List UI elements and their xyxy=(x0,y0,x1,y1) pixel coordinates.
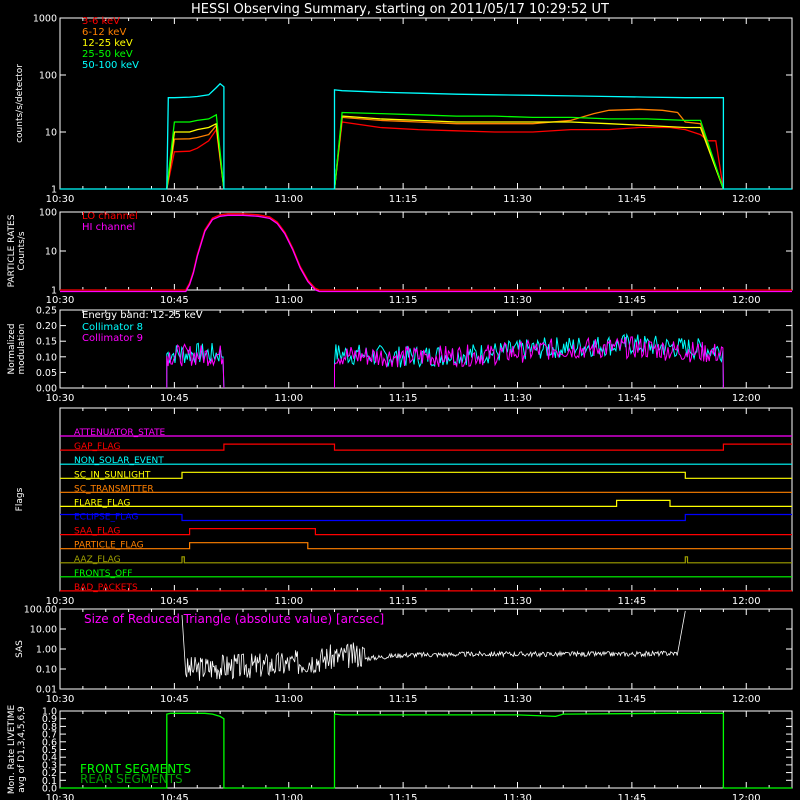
y-tick-label: 100.00 xyxy=(24,605,57,616)
y-axis-label: Mon. Rate LIVETIME xyxy=(7,705,17,795)
legend-HI-channel: HI channel xyxy=(82,222,135,233)
flag-label-bad-packets: BAD_PACKETS xyxy=(74,583,138,593)
y-tick-label: 1000 xyxy=(33,14,57,25)
y-axis-label: modulation xyxy=(17,324,27,375)
flag-label-gap-flag: GAP_FLAG xyxy=(74,442,120,452)
y-tick-label: 0.15 xyxy=(36,337,57,348)
time-tick-label: 11:15 xyxy=(389,295,418,306)
time-tick-label: 11:00 xyxy=(274,393,303,404)
y-tick-label: 0.10 xyxy=(36,665,57,676)
time-tick-label: 11:30 xyxy=(503,694,532,705)
flag-label-aaz-flag: AAZ_FLAG xyxy=(74,555,121,565)
time-tick-label: 11:00 xyxy=(274,194,303,205)
y-tick-label: 100 xyxy=(39,208,57,219)
flag-label-sc-in-sunlight: SC_IN_SUNLIGHT xyxy=(74,470,151,480)
time-tick-label: 11:30 xyxy=(503,393,532,404)
time-tick-label: 11:00 xyxy=(274,793,303,800)
time-tick-label: 11:15 xyxy=(389,694,418,705)
y-tick-label: 1.0 xyxy=(42,707,57,718)
y-tick-label: 0.20 xyxy=(36,321,57,332)
time-tick-label: 10:45 xyxy=(160,194,189,205)
flag-label-saa-flag: SAA_FLAG xyxy=(74,527,120,537)
time-tick-label: 11:30 xyxy=(503,194,532,205)
time-tick-label: 10:30 xyxy=(46,694,75,705)
y-axis-label: Counts/s xyxy=(17,231,27,270)
y-tick-label: 1.00 xyxy=(36,645,57,656)
legend-50-100-keV: 50-100 keV xyxy=(82,60,139,71)
flag-label-sc-transmitter: SC_TRANSMITTER xyxy=(74,484,154,494)
time-tick-label: 10:30 xyxy=(46,194,75,205)
time-tick-label: 11:45 xyxy=(617,694,646,705)
time-tick-label: 12:00 xyxy=(732,596,761,607)
legend-Collimator-9: Collimator 9 xyxy=(82,333,143,344)
time-tick-label: 10:30 xyxy=(46,295,75,306)
legend-Collimator-8: Collimator 8 xyxy=(82,322,143,333)
y-tick-label: 1 xyxy=(51,286,57,297)
flag-label-flare-flag: FLARE_FLAG xyxy=(74,498,130,508)
y-tick-label: 0.01 xyxy=(36,685,57,696)
time-tick-label: 11:45 xyxy=(617,194,646,205)
legend-LO-channel: LO channel xyxy=(82,211,138,222)
y-axis-label: Flags xyxy=(15,487,25,511)
legend-25-50-keV: 25-50 keV xyxy=(82,49,133,60)
time-tick-label: 11:15 xyxy=(389,793,418,800)
legend-3-6-keV: 3-6 keV xyxy=(82,16,120,27)
hessi-summary-chart: HESSI Observing Summary, starting on 201… xyxy=(0,0,800,800)
y-tick-label: 0.10 xyxy=(36,352,57,363)
y-axis-label: Normalized xyxy=(7,323,17,374)
time-tick-label: 10:30 xyxy=(46,393,75,404)
time-tick-label: 12:00 xyxy=(732,694,761,705)
flag-label-fronts-off: FRONTS_OFF xyxy=(74,569,132,579)
time-tick-label: 10:45 xyxy=(160,295,189,306)
time-tick-label: 11:00 xyxy=(274,295,303,306)
legend-rear-segments: REAR SEGMENTS xyxy=(80,772,183,786)
y-axis-label: avg of D1,3,4,5,6,9 xyxy=(17,706,27,793)
time-tick-label: 11:45 xyxy=(617,295,646,306)
time-tick-label: 11:45 xyxy=(617,393,646,404)
y-tick-label: 0.00 xyxy=(36,384,57,395)
energy-band-annotation: Energy band: 12-25 keV xyxy=(82,310,203,321)
time-tick-label: 11:45 xyxy=(617,596,646,607)
y-tick-label: 100 xyxy=(39,71,57,82)
y-axis-label: counts/s/detector xyxy=(15,64,25,143)
time-tick-label: 11:15 xyxy=(389,596,418,607)
time-tick-label: 10:45 xyxy=(160,694,189,705)
time-tick-label: 12:00 xyxy=(732,295,761,306)
time-tick-label: 11:00 xyxy=(274,596,303,607)
time-tick-label: 12:00 xyxy=(732,194,761,205)
time-tick-label: 11:15 xyxy=(389,393,418,404)
y-tick-label: 0.05 xyxy=(36,368,57,379)
time-tick-label: 12:00 xyxy=(732,393,761,404)
y-axis-label: PARTICLE RATES xyxy=(7,214,17,287)
legend-6-12-keV: 6-12 keV xyxy=(82,27,126,38)
time-tick-label: 11:30 xyxy=(503,295,532,306)
time-tick-label: 11:30 xyxy=(503,793,532,800)
time-tick-label: 11:15 xyxy=(389,194,418,205)
y-tick-label: 10 xyxy=(45,128,57,139)
time-tick-label: 10:45 xyxy=(160,793,189,800)
sas-annotation: Size of Reduced Triangle (absolute value… xyxy=(84,612,384,626)
time-tick-label: 10:45 xyxy=(160,596,189,607)
time-tick-label: 12:00 xyxy=(732,793,761,800)
time-tick-label: 11:45 xyxy=(617,793,646,800)
time-tick-label: 11:30 xyxy=(503,596,532,607)
y-tick-label: 0.25 xyxy=(36,306,57,317)
y-tick-label: 10.00 xyxy=(30,625,57,636)
time-tick-label: 10:45 xyxy=(160,393,189,404)
legend-12-25-keV: 12-25 keV xyxy=(82,38,133,49)
time-tick-label: 11:00 xyxy=(274,694,303,705)
flag-label-eclipse-flag: ECLIPSE_FLAG xyxy=(74,513,138,523)
flag-label-non-solar-event: NON_SOLAR_EVENT xyxy=(74,456,164,466)
chart-title: HESSI Observing Summary, starting on 201… xyxy=(191,2,609,17)
y-axis-label: SAS xyxy=(15,640,25,658)
y-tick-label: 10 xyxy=(45,247,57,258)
flag-label-particle-flag: PARTICLE_FLAG xyxy=(74,541,144,551)
y-tick-label: 1 xyxy=(51,185,57,196)
flag-label-attenuator-state: ATTENUATOR_STATE xyxy=(74,428,166,438)
